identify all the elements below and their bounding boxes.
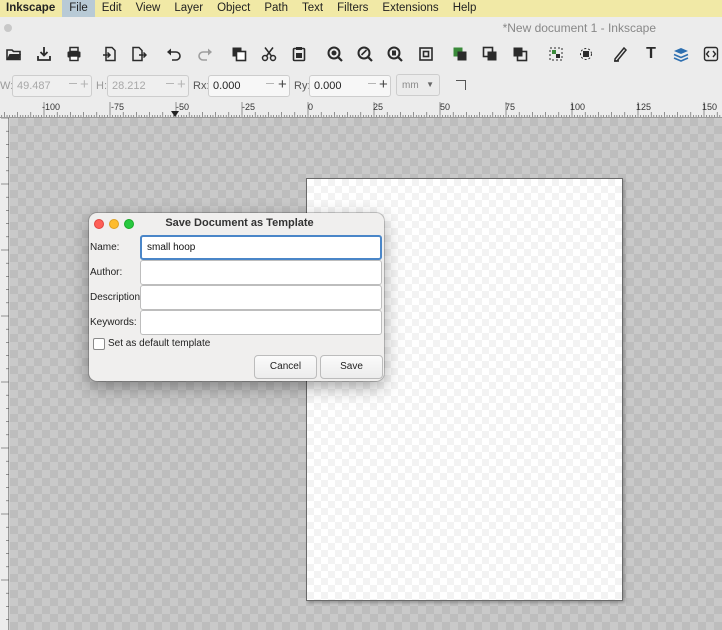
ruler-label: 75 [505, 102, 516, 112]
duplicate-icon[interactable] [451, 45, 469, 63]
ry-increase-icon[interactable]: + [379, 76, 388, 93]
undo-icon[interactable] [165, 45, 183, 63]
redo-icon[interactable] [196, 45, 214, 63]
horizontal-ruler[interactable]: -100 -75 -50 -25 0 25 50 75 100 125 150 [0, 101, 722, 118]
menu-help[interactable]: Help [446, 0, 484, 17]
height-increase-icon[interactable]: + [177, 76, 186, 93]
menu-extensions[interactable]: Extensions [375, 0, 445, 17]
ry-decrease-icon[interactable] [368, 83, 376, 84]
dialog-title: Save Document as Template [165, 217, 314, 229]
copy-icon[interactable] [230, 45, 248, 63]
rounded-corner-reset-icon[interactable] [456, 80, 466, 90]
menu-layer[interactable]: Layer [167, 0, 210, 17]
zoom-fit-icon[interactable] [417, 45, 435, 63]
window-title-bar: *New document 1 - Inkscape [0, 17, 722, 39]
menu-view[interactable]: View [129, 0, 168, 17]
xml-editor-icon[interactable] [702, 45, 720, 63]
chevron-down-icon: ▼ [426, 80, 434, 89]
width-increase-icon[interactable]: + [80, 76, 89, 93]
save-icon[interactable] [35, 45, 53, 63]
author-label: Author: [90, 267, 123, 278]
print-icon[interactable] [65, 45, 83, 63]
menu-text[interactable]: Text [295, 0, 330, 17]
zoom-page-icon[interactable] [386, 45, 404, 63]
name-field[interactable] [140, 235, 382, 260]
ruler-label: -100 [42, 102, 61, 112]
menu-app-inkscape[interactable]: Inkscape [0, 0, 62, 17]
width-decrease-icon[interactable] [69, 83, 77, 84]
window-title: *New document 1 - Inkscape [502, 21, 656, 35]
keywords-field[interactable] [140, 310, 382, 335]
window-close-icon[interactable] [4, 24, 12, 32]
name-label: Name: [90, 242, 120, 253]
dialog-title-bar[interactable]: Save Document as Template [89, 213, 384, 234]
unlink-clone-icon[interactable] [511, 45, 529, 63]
paste-icon[interactable] [290, 45, 308, 63]
menu-path[interactable]: Path [257, 0, 295, 17]
rx-increase-icon[interactable]: + [278, 76, 287, 93]
ruler-label: 150 [702, 102, 718, 112]
cut-icon[interactable] [260, 45, 278, 63]
save-template-dialog: Save Document as Template Name: Author: … [89, 213, 384, 381]
ruler-label: 0 [308, 102, 314, 112]
fill-stroke-icon[interactable] [611, 45, 629, 63]
height-label: H: [96, 80, 107, 92]
command-toolbar: T [0, 39, 722, 71]
default-template-checkbox[interactable] [93, 338, 105, 350]
menu-edit[interactable]: Edit [95, 0, 129, 17]
menu-object[interactable]: Object [210, 0, 257, 17]
tool-controls-bar: W: + H: + Rx: + Ry: + [0, 71, 722, 101]
group-icon[interactable] [547, 45, 565, 63]
vertical-ruler-ticks [1, 118, 9, 620]
description-label: Description: [90, 292, 143, 303]
text-font-icon[interactable]: T [642, 45, 660, 63]
menu-filters[interactable]: Filters [330, 0, 375, 17]
save-button[interactable]: Save [320, 355, 383, 379]
menu-bar: Inkscape File Edit View Layer Object Pat… [0, 0, 722, 17]
unit-select[interactable]: mm ▼ [396, 74, 440, 96]
rx-decrease-icon[interactable] [266, 83, 274, 84]
ruler-position-marker [171, 111, 179, 117]
export-icon[interactable] [130, 45, 148, 63]
default-template-label[interactable]: Set as default template [108, 338, 210, 349]
ruler-label: 125 [636, 102, 652, 112]
ruler-label: 100 [570, 102, 586, 112]
cancel-button[interactable]: Cancel [254, 355, 317, 379]
menu-file[interactable]: File [62, 0, 95, 17]
keywords-label: Keywords: [90, 317, 137, 328]
ruler-ticks [1, 102, 721, 117]
open-icon[interactable] [5, 45, 23, 63]
unit-select-value: mm [402, 80, 419, 91]
ruler-label: 25 [373, 102, 384, 112]
import-icon[interactable] [101, 45, 119, 63]
author-field[interactable] [140, 260, 382, 285]
clone-icon[interactable] [481, 45, 499, 63]
height-decrease-icon[interactable] [166, 83, 174, 84]
description-field[interactable] [140, 285, 382, 310]
ruler-label: 50 [440, 102, 451, 112]
layers-icon[interactable] [672, 45, 690, 63]
zoom-drawing-icon[interactable] [356, 45, 374, 63]
ruler-label: -75 [111, 102, 125, 112]
ungroup-icon[interactable] [577, 45, 595, 63]
zoom-selection-icon[interactable] [326, 45, 344, 63]
ruler-label: -25 [242, 102, 256, 112]
vertical-ruler[interactable] [0, 118, 9, 630]
